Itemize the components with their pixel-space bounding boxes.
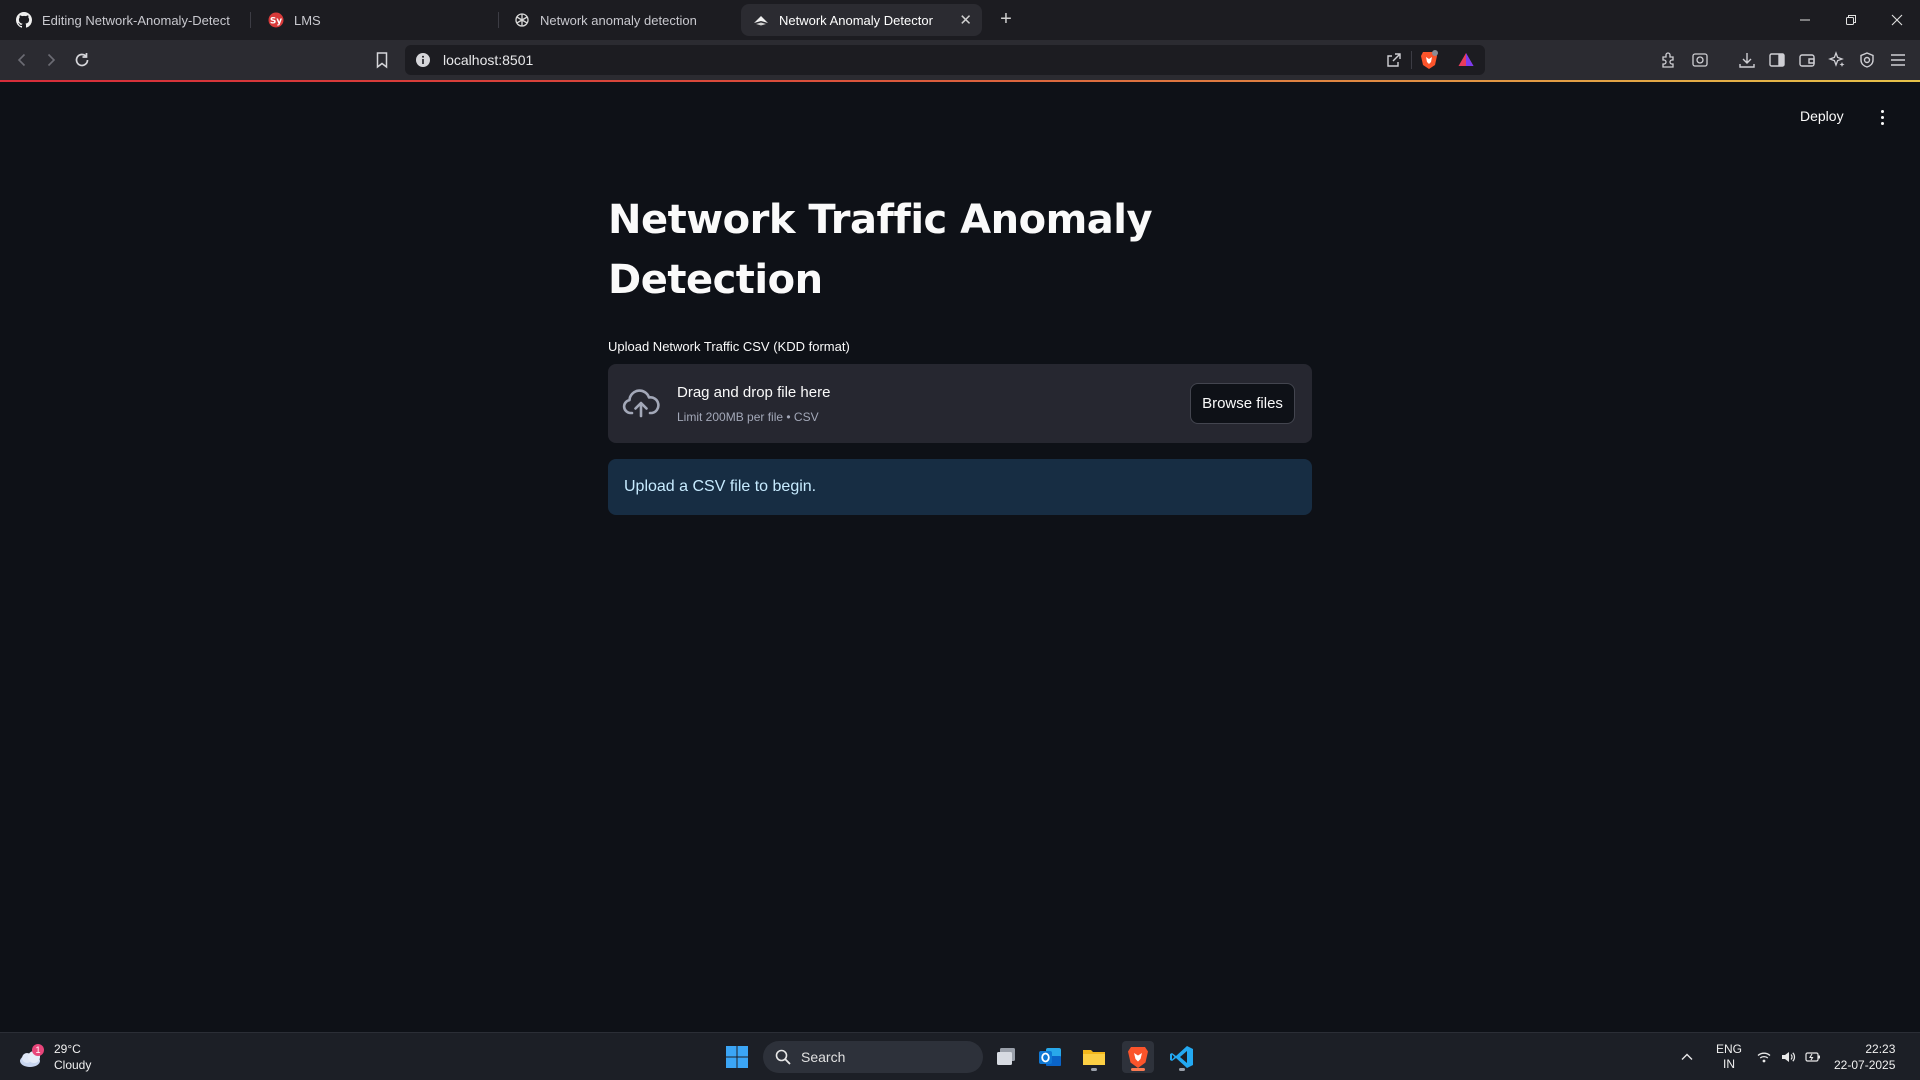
tray-overflow-icon[interactable]	[1680, 1033, 1694, 1080]
cloudy-weather-icon: 1	[18, 1043, 46, 1071]
back-icon[interactable]	[10, 48, 34, 72]
language-code: ENG	[1716, 1042, 1743, 1056]
tab-title: Editing Network-Anomaly-Detector/R	[42, 12, 230, 28]
tab-strip: Editing Network-Anomaly-Detector/R Sy LM…	[0, 0, 1920, 40]
url-separator	[1411, 51, 1412, 69]
region-code: IN	[1723, 1057, 1735, 1071]
wallet-icon[interactable]	[1795, 48, 1819, 72]
main-menu-icon[interactable]	[1872, 106, 1892, 128]
page-accent-bar	[0, 80, 1920, 82]
download-icon[interactable]	[1735, 48, 1759, 72]
forward-icon[interactable]	[39, 48, 63, 72]
tab-network-anomaly-detector[interactable]: Network Anomaly Detector ✕	[741, 4, 982, 36]
start-button[interactable]	[721, 1041, 753, 1073]
tab-title: Network Anomaly Detector	[779, 12, 933, 28]
brave-rewards-icon[interactable]	[1457, 51, 1475, 69]
deploy-button[interactable]: Deploy	[1800, 108, 1844, 124]
address-bar[interactable]: localhost:8501	[405, 45, 1485, 75]
tab-github-editing[interactable]: Editing Network-Anomaly-Detector/R	[4, 4, 242, 36]
vscode-icon[interactable]	[1166, 1041, 1198, 1073]
lms-icon: Sy	[268, 12, 284, 28]
dropzone-limit-text: Limit 200MB per file • CSV	[677, 410, 819, 424]
menu-icon[interactable]	[1886, 48, 1910, 72]
svg-text:Sy: Sy	[270, 17, 282, 27]
window-close-icon[interactable]	[1874, 0, 1920, 40]
leo-ai-icon[interactable]	[1825, 48, 1849, 72]
file-explorer-icon[interactable]	[1078, 1041, 1110, 1073]
clock-time: 22:23	[1865, 1042, 1896, 1056]
cloud-upload-icon	[622, 386, 660, 420]
streamlit-icon	[753, 12, 769, 28]
info-alert-text: Upload a CSV file to begin.	[624, 478, 817, 495]
search-placeholder: Search	[801, 1049, 846, 1065]
volume-icon	[1780, 1049, 1796, 1065]
file-dropzone[interactable]: Drag and drop file here Limit 200MB per …	[608, 364, 1312, 443]
restore-icon[interactable]	[1828, 0, 1874, 40]
bookmark-icon[interactable]	[370, 48, 394, 72]
dropzone-title: Drag and drop file here	[677, 384, 831, 401]
tab-title: Network anomaly detection	[540, 12, 697, 28]
weather-temp: 29°C	[54, 1042, 81, 1056]
brave-browser-icon[interactable]	[1122, 1041, 1154, 1073]
weather-alert-badge: 1	[35, 1045, 41, 1055]
system-tray-icons[interactable]	[1756, 1033, 1822, 1080]
clock-date: 22-07-2025	[1834, 1058, 1896, 1072]
tab-separator	[250, 12, 251, 28]
active-indicator	[1131, 1068, 1145, 1071]
uploader-label: Upload Network Traffic CSV (KDD format)	[608, 339, 850, 354]
brave-shields-icon[interactable]	[1419, 49, 1439, 71]
taskbar: 1 29°C Cloudy Search ENG IN 22:23 22-07-…	[0, 1032, 1920, 1080]
url-text: localhost:8501	[443, 52, 534, 68]
task-view-icon[interactable]	[990, 1041, 1022, 1073]
weather-text: 29°C Cloudy	[54, 1041, 91, 1073]
share-icon[interactable]	[1385, 51, 1403, 69]
tab-separator	[498, 12, 499, 28]
github-icon	[16, 12, 32, 28]
reload-icon[interactable]	[70, 48, 94, 72]
tab-lms[interactable]: Sy LMS	[256, 4, 492, 36]
taskbar-search[interactable]: Search	[763, 1041, 983, 1073]
minimize-icon[interactable]	[1782, 0, 1828, 40]
language-indicator[interactable]: ENG IN	[1716, 1033, 1742, 1080]
search-icon	[775, 1049, 791, 1065]
weather-condition: Cloudy	[54, 1058, 92, 1072]
new-tab-button[interactable]: +	[994, 8, 1018, 32]
extensions-icon[interactable]	[1657, 48, 1681, 72]
site-info-icon[interactable]	[415, 52, 431, 68]
chatgpt-icon	[514, 12, 530, 28]
browse-files-button[interactable]: Browse files	[1190, 383, 1295, 424]
outlook-icon[interactable]	[1034, 1041, 1066, 1073]
weather-widget[interactable]: 1 29°C Cloudy	[18, 1041, 91, 1073]
wifi-icon	[1756, 1049, 1772, 1065]
vpn-icon[interactable]	[1855, 48, 1879, 72]
sidebar-icon[interactable]	[1765, 48, 1789, 72]
battery-icon	[1804, 1049, 1822, 1065]
running-indicator	[1091, 1068, 1097, 1071]
system-clock[interactable]: 22:23 22-07-2025	[1834, 1033, 1895, 1080]
screenshot-icon[interactable]	[1688, 48, 1712, 72]
main-content: Network Traffic Anomaly Detection Upload…	[608, 190, 1312, 515]
tab-title: LMS	[294, 12, 321, 28]
close-icon[interactable]: ✕	[959, 11, 972, 29]
page-title: Network Traffic Anomaly Detection	[608, 197, 1153, 303]
info-alert: Upload a CSV file to begin.	[608, 459, 1312, 515]
running-indicator	[1179, 1068, 1185, 1071]
tab-chatgpt[interactable]: Network anomaly detection	[502, 4, 738, 36]
